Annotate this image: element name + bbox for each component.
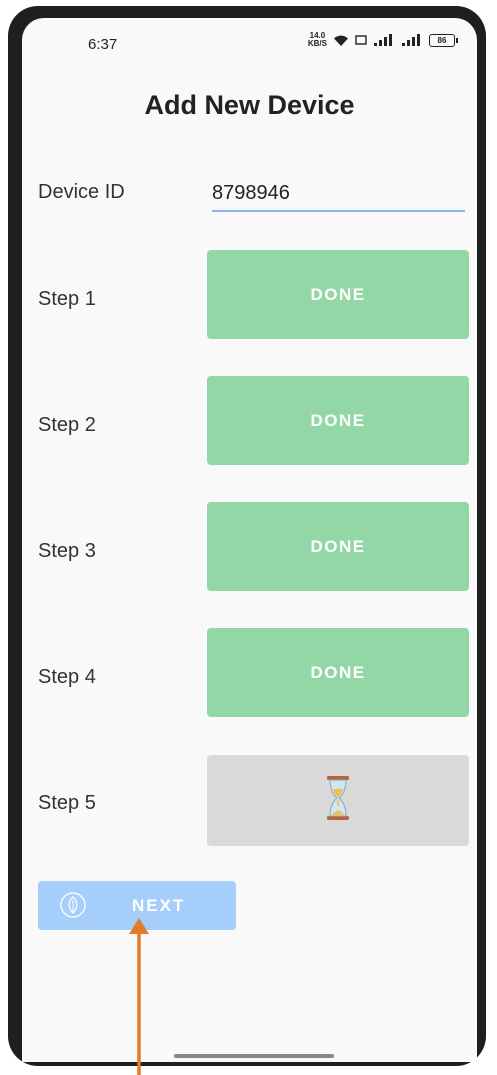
battery-icon: 86: [429, 33, 458, 47]
volte-icon: [355, 34, 367, 46]
wifi-icon: [333, 34, 349, 47]
step-1-button[interactable]: DONE: [207, 250, 469, 339]
leaf-icon: [60, 892, 86, 923]
page-title: Add New Device: [144, 90, 355, 120]
arrow-up-icon: [129, 918, 149, 1075]
device-id-input[interactable]: [212, 176, 465, 212]
step-2-label: Step 2: [38, 414, 96, 436]
step-3-label: Step 3: [38, 540, 96, 562]
step-5-label: Step 5: [38, 792, 96, 814]
step-3-button[interactable]: DONE: [207, 502, 469, 591]
net-speed-unit: KB/S: [307, 39, 327, 48]
step-4-label: Step 4: [38, 666, 96, 688]
status-bar: 6:37 14.0 KB/S 86: [22, 18, 477, 68]
step-4-status: DONE: [310, 662, 366, 682]
status-time: 6:37: [88, 36, 118, 53]
step-2-button[interactable]: DONE: [207, 376, 469, 465]
next-label: NEXT: [132, 896, 186, 915]
device-id-label: Device ID: [38, 181, 125, 203]
step-1-label: Step 1: [38, 288, 96, 310]
home-indicator[interactable]: [174, 1054, 334, 1058]
signal-icon-sim2: [401, 34, 423, 46]
step-2-status: DONE: [310, 410, 366, 430]
status-icons: 14.0 KB/S 86: [308, 32, 458, 48]
net-speed: 14.0 KB/S: [308, 32, 327, 48]
hourglass-icon: [326, 775, 350, 826]
step-1-status: DONE: [310, 284, 366, 304]
step-4-button[interactable]: DONE: [207, 628, 469, 717]
phone-screen: 6:37 14.0 KB/S 86 Add New Device Device …: [22, 18, 477, 1062]
step-3-status: DONE: [310, 536, 366, 556]
step-5-button[interactable]: [207, 755, 469, 846]
signal-icon-sim1: [373, 34, 395, 46]
